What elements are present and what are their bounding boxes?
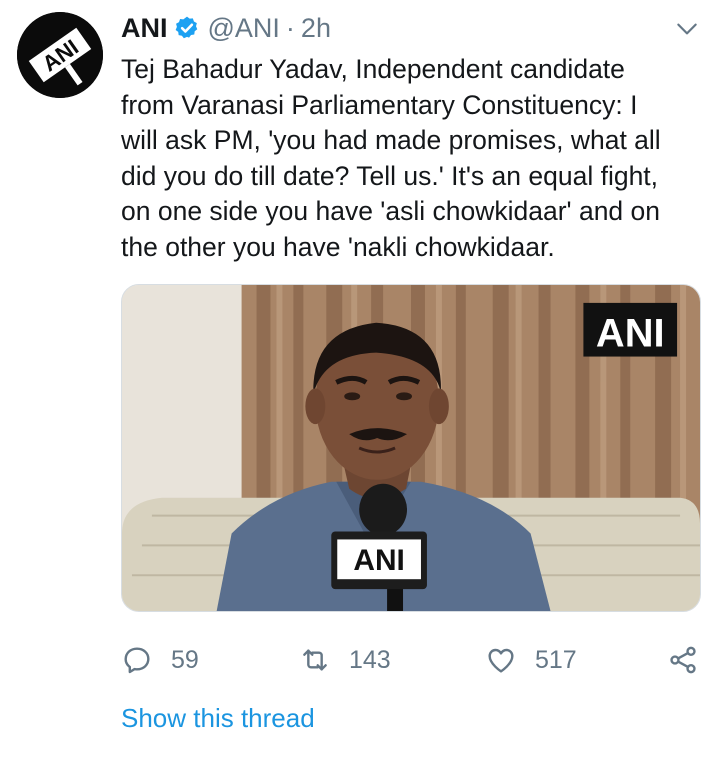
tweet-timestamp[interactable]: 2h [301,13,331,44]
reply-icon [121,644,153,676]
tweet-text-line: will ask PM, 'you had made promises, wha… [121,125,661,155]
separator-dot: · [285,12,295,43]
tweet-header: ANI @ANI · 2h [121,8,700,48]
tweet-actions: 59 143 517 [121,638,701,682]
avatar[interactable]: ANI [17,12,103,98]
chevron-down-icon[interactable] [674,16,700,42]
retweet-button[interactable]: 143 [299,638,391,682]
mic-flag-text: ANI [353,544,404,577]
reply-button[interactable]: 59 [121,638,199,682]
show-thread-link[interactable]: Show this thread [121,703,315,734]
tweet-media-image[interactable]: ANI ANI [121,284,701,612]
ani-watermark-text: ANI [596,312,665,356]
retweet-icon [299,644,331,676]
tweet-text-line: on one side you have 'asli chowkidaar' a… [121,196,661,226]
author-name[interactable]: ANI [121,13,168,44]
verified-badge-icon [174,15,200,41]
tweet-text-line: did you do till date? Tell us.' It's an … [121,160,659,191]
tweet-text-line: the other you have 'nakli chowkidaar. [121,231,555,262]
author-handle[interactable]: @ANI [208,13,280,44]
reply-count: 59 [171,645,199,674]
retweet-count: 143 [349,645,391,674]
tweet-text-line: from Varanasi Parliamentary Constituency… [121,89,638,120]
like-count: 517 [535,645,577,674]
like-button[interactable]: 517 [485,638,577,682]
tweet-text: Tej Bahadur Yadav, Independent candidate… [121,52,701,265]
ani-logo: ANI [17,12,103,98]
share-button[interactable] [667,638,699,682]
tweet-text-line: Tej Bahadur Yadav, Independent candidate [121,54,625,84]
like-icon [485,644,517,676]
share-icon [667,644,699,676]
